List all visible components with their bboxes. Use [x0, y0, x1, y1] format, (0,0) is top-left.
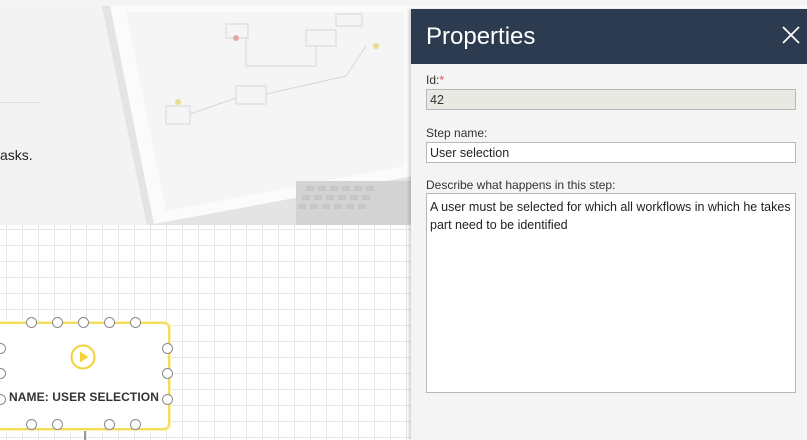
properties-header: Properties [411, 9, 807, 64]
node-port-bottom-1[interactable] [26, 419, 37, 430]
description-label: Describe what happens in this step: [426, 178, 616, 192]
hero-banner: asks. [0, 6, 411, 225]
node-port-top-2[interactable] [52, 317, 63, 328]
properties-panel: Properties Id:* 42 Step name: User selec… [411, 9, 807, 440]
node-connector-line [84, 431, 86, 440]
node-port-right-1[interactable] [162, 343, 173, 354]
node-port-bottom-3[interactable] [104, 419, 115, 430]
hero-divider [0, 102, 40, 103]
node-port-top-5[interactable] [130, 317, 141, 328]
node-port-right-2[interactable] [162, 368, 173, 379]
node-port-top-1[interactable] [26, 317, 37, 328]
properties-title: Properties [426, 23, 536, 50]
workflow-step-node[interactable]: NAME: USER SELECTION [0, 322, 170, 430]
description-textarea[interactable]: A user must be selected for which all wo… [426, 193, 796, 393]
close-icon[interactable] [780, 24, 802, 46]
hero-intro-text: asks. [0, 147, 33, 163]
id-label: Id:* [426, 73, 445, 87]
node-port-top-3[interactable] [78, 317, 89, 328]
node-port-top-4[interactable] [104, 317, 115, 328]
step-name-label: Step name: [426, 126, 488, 140]
id-field: 42 [426, 89, 796, 110]
node-port-bottom-2[interactable] [52, 419, 63, 430]
play-circle-icon [70, 344, 96, 370]
laptop-image [102, 6, 411, 225]
node-label: NAME: USER SELECTION [8, 390, 159, 404]
required-mark: * [439, 73, 445, 87]
step-name-input[interactable]: User selection [426, 142, 796, 163]
node-port-right-3[interactable] [162, 394, 173, 405]
node-port-bottom-4[interactable] [130, 419, 141, 430]
